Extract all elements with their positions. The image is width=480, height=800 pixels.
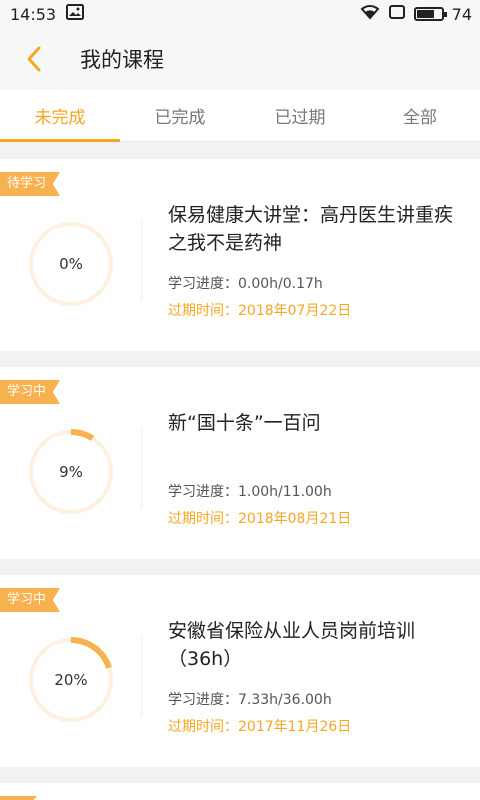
battery-icon (413, 7, 447, 21)
progress-ring: 0% (26, 219, 116, 309)
course-progress: 学习进度：7.33h/36.00h (168, 692, 332, 708)
progress-percent: 0% (59, 255, 83, 273)
page-title: 我的课程 (80, 48, 164, 72)
course-progress: 学习进度：0.00h/0.17h (168, 276, 323, 292)
tab-bar: 未完成 已完成 已过期 全部 (0, 90, 480, 142)
course-card[interactable]: 学习中 9% 新“国十条”一百问 学习进度：1.00h/11.00h 过期时间：… (0, 367, 480, 559)
status-bar: 14:53 74 (0, 0, 480, 28)
course-progress: 学习进度：1.00h/11.00h (168, 484, 332, 500)
course-expire-date: 过期时间：2017年11月26日 (168, 719, 352, 735)
progress-percent: 20% (54, 671, 88, 689)
battery-level: 74 (451, 4, 472, 24)
progress-ring: 9% (26, 427, 116, 517)
tab-expired[interactable]: 已过期 (240, 90, 360, 141)
course-title: 安徽省保险从业人员岗前培训（36h） (168, 620, 416, 670)
wifi-icon (360, 4, 380, 24)
progress-ring: 20% (26, 635, 116, 725)
course-card[interactable]: 学习中 20% 安徽省保险从业人员岗前培训（36h） 学习进度：7.33h/36… (0, 575, 480, 767)
app-header: 我的课程 (0, 28, 480, 90)
course-expire-date: 过期时间：2018年08月21日 (168, 511, 352, 527)
course-list: 待学习 0% 保易健康大讲堂：高丹医生讲重疾之我不是药神 学习进度：0.00h/… (0, 142, 480, 800)
tab-incomplete[interactable]: 未完成 (0, 90, 120, 142)
status-time: 14:53 (10, 4, 57, 24)
course-expire-date: 过期时间：2018年07月22日 (168, 303, 352, 319)
tab-all[interactable]: 全部 (360, 90, 480, 141)
course-card-partial[interactable] (0, 783, 480, 800)
course-title: 保易健康大讲堂：高丹医生讲重疾之我不是药神 (168, 204, 454, 254)
status-badge (0, 796, 37, 800)
sim-icon (388, 4, 406, 24)
tab-completed[interactable]: 已完成 (120, 90, 240, 141)
course-title: 新“国十条”一百问 (168, 412, 321, 434)
course-card[interactable]: 待学习 0% 保易健康大讲堂：高丹医生讲重疾之我不是药神 学习进度：0.00h/… (0, 159, 480, 351)
progress-percent: 9% (59, 463, 83, 481)
image-icon (66, 4, 85, 24)
chevron-left-icon[interactable] (26, 44, 56, 74)
